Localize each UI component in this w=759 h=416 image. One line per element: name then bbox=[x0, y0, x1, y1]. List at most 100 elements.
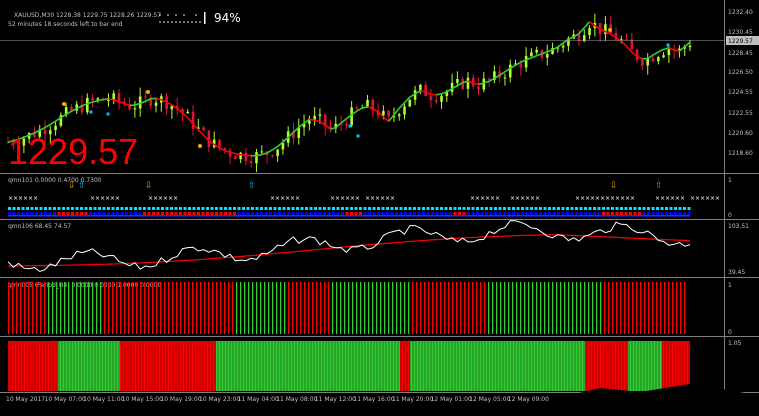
moving-average-segment bbox=[256, 153, 262, 157]
ind3-bar bbox=[648, 282, 650, 334]
ind3-bar bbox=[568, 282, 570, 334]
ind1-cell bbox=[44, 207, 47, 210]
ind1-cell bbox=[75, 212, 79, 215]
progress-dots bbox=[159, 12, 206, 24]
ind1-cell bbox=[395, 207, 398, 210]
current-price-tag-label: 1229.57 bbox=[728, 38, 753, 45]
ind1-cell bbox=[489, 207, 493, 210]
moving-average-segment bbox=[620, 40, 628, 47]
ind1-cell bbox=[579, 207, 583, 210]
symbol-info: XAUUSD,M30 1228.38 1229.75 1228.26 1229.… bbox=[14, 12, 161, 19]
ind3-bar bbox=[116, 282, 118, 334]
ind1-cell bbox=[287, 212, 290, 215]
ind1-cell bbox=[233, 207, 236, 210]
time-tick: 12 May 01:00 bbox=[431, 396, 472, 403]
ind1-cell bbox=[156, 207, 160, 210]
candle-body bbox=[656, 57, 660, 62]
ind1-cell bbox=[678, 207, 682, 210]
ind3-bar bbox=[52, 282, 54, 334]
ind3-bar bbox=[428, 282, 430, 334]
ind1-cell bbox=[539, 207, 542, 210]
ind1-cell bbox=[575, 207, 578, 210]
ind1-cell bbox=[228, 207, 232, 210]
ind1-cell bbox=[39, 207, 43, 210]
ind3-bar bbox=[324, 282, 326, 334]
ind1-cell bbox=[188, 212, 191, 215]
ind3-bar bbox=[484, 282, 486, 334]
ind3-bar bbox=[264, 282, 266, 334]
ind1-cell bbox=[584, 212, 587, 215]
ind1-arrow-icon: ⇧ bbox=[655, 181, 663, 191]
ind1-cell bbox=[480, 212, 484, 215]
ind1-cell bbox=[656, 207, 659, 210]
ind1-cell bbox=[656, 212, 659, 215]
ind1-cell bbox=[507, 207, 511, 210]
ind1-cell bbox=[498, 212, 502, 215]
ind1-cell bbox=[314, 212, 317, 215]
ind1-cell bbox=[296, 207, 299, 210]
ind1-cell bbox=[683, 207, 686, 210]
ind1-cell bbox=[552, 207, 556, 210]
ind1-cell bbox=[467, 212, 470, 215]
ind3-bar bbox=[104, 282, 106, 334]
ind1-arrow-icon: ⇧ bbox=[78, 181, 86, 191]
ind3-bar bbox=[336, 282, 338, 334]
ind3-bar bbox=[508, 282, 510, 334]
candle-body bbox=[382, 110, 385, 116]
ind1-arrow-icon: ⇩ bbox=[145, 181, 153, 191]
ind1-cell bbox=[183, 212, 187, 215]
ind3-bar bbox=[320, 282, 322, 334]
ind1-cell bbox=[512, 207, 515, 210]
ind3-bar bbox=[156, 282, 158, 334]
ind1-cell bbox=[305, 212, 308, 215]
candle-body bbox=[434, 100, 438, 102]
ind1-cell bbox=[350, 212, 353, 215]
ind1-cell bbox=[84, 212, 88, 215]
ind3-bar bbox=[584, 282, 586, 334]
ind1-cell bbox=[453, 212, 457, 215]
ind1-cross: × bbox=[715, 195, 720, 202]
ind1-cell bbox=[539, 212, 542, 215]
ind1-cell bbox=[174, 207, 178, 210]
ind3-bar bbox=[420, 282, 422, 334]
candle-body bbox=[117, 93, 121, 102]
ind1-cell bbox=[525, 207, 529, 210]
candle-body bbox=[662, 55, 665, 58]
indicator3-axis-bottom: 0 bbox=[728, 329, 732, 336]
ind1-cross: × bbox=[295, 195, 300, 202]
ind3-bar bbox=[140, 282, 142, 334]
ind1-cell bbox=[503, 212, 506, 215]
ind1-cell bbox=[561, 212, 565, 215]
ind1-cell bbox=[372, 207, 376, 210]
ind3-bar bbox=[596, 282, 598, 334]
moving-average-segment bbox=[647, 54, 654, 60]
ind3-bar bbox=[388, 282, 390, 334]
ind1-cell bbox=[318, 207, 322, 210]
ind3-bar bbox=[96, 282, 98, 334]
ind1-cell bbox=[300, 212, 304, 215]
ind1-cell bbox=[210, 207, 214, 210]
ind3-bar bbox=[576, 282, 578, 334]
ind3-bar bbox=[460, 282, 462, 334]
ind1-cell bbox=[665, 207, 668, 210]
candle-body bbox=[154, 102, 158, 106]
ind1-cell bbox=[327, 212, 331, 215]
ind1-cell bbox=[476, 212, 479, 215]
ind3-bar bbox=[676, 282, 678, 334]
ind3-bar bbox=[120, 282, 122, 334]
ind1-cell bbox=[53, 212, 56, 215]
ind1-cell bbox=[134, 207, 137, 210]
trading-chart[interactable]: 1232.40 1230.45 1228.45 1226.50 1224.55 1222.… bbox=[0, 0, 759, 416]
ind1-cell bbox=[525, 212, 529, 215]
ind3-bar bbox=[36, 282, 38, 334]
ind1-cell bbox=[660, 212, 664, 215]
ind3-bar bbox=[168, 282, 170, 334]
ind1-cell bbox=[233, 212, 236, 215]
ind3-bar bbox=[176, 282, 178, 334]
moving-average-segment bbox=[393, 107, 400, 116]
ind3-bar bbox=[464, 282, 466, 334]
ind3-bar bbox=[416, 282, 418, 334]
ind1-cell bbox=[471, 212, 475, 215]
ind1-cell bbox=[120, 212, 124, 215]
ind1-cell bbox=[80, 207, 83, 210]
